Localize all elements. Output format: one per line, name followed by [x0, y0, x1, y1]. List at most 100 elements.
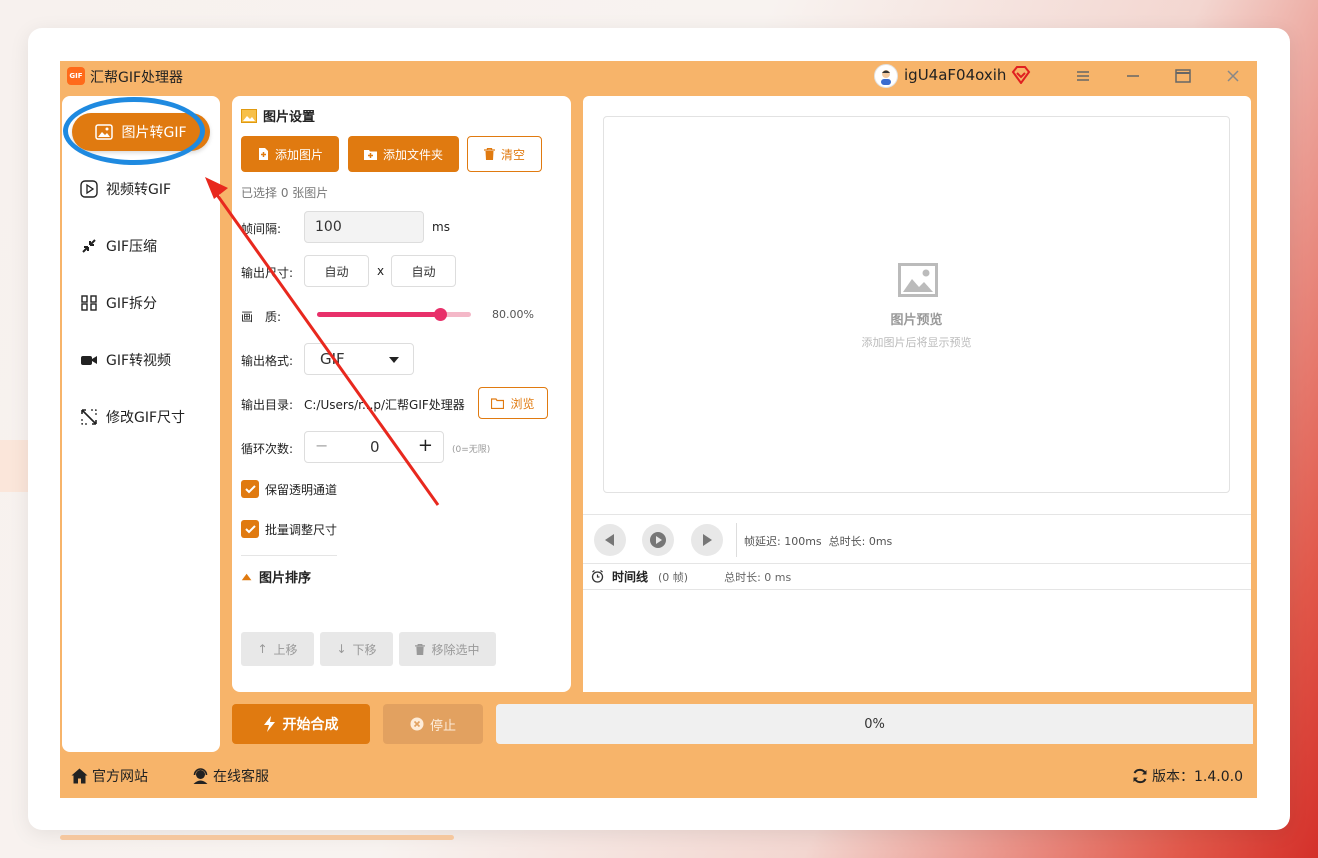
website-label: 官方网站 [92, 769, 148, 785]
progress-bar: 0% [496, 704, 1253, 744]
version-info[interactable]: 版本：1.4.0.0 [1132, 766, 1243, 786]
output-format-select[interactable]: GIF [304, 343, 414, 375]
output-format-label: 输出格式: [241, 354, 294, 368]
loop-count-stepper[interactable]: − 0 + [304, 431, 444, 463]
avatar[interactable] [874, 64, 898, 88]
refresh-icon [1133, 768, 1147, 784]
headset-icon [193, 768, 208, 784]
minimize-icon[interactable] [1122, 67, 1144, 85]
checkbox-checked-icon [241, 480, 259, 498]
image-icon [95, 124, 114, 140]
collapse-arrow-icon [241, 573, 252, 580]
website-link[interactable]: 官方网站 [71, 766, 148, 786]
lightning-icon [263, 716, 275, 732]
player-controls: 帧延迟: 100ms 总时长: 0ms [583, 514, 1251, 564]
clear-label: 清空 [500, 147, 525, 162]
support-link[interactable]: 在线客服 [192, 766, 269, 786]
close-icon[interactable] [1222, 67, 1244, 85]
loop-count-value[interactable]: 0 [370, 438, 380, 456]
menu-icon[interactable] [1072, 67, 1094, 85]
maximize-icon[interactable] [1172, 67, 1194, 85]
start-label: 开始合成 [282, 717, 339, 733]
resize-icon [81, 409, 97, 425]
sidebar: 图片转GIF 视频转GIF GIF压缩 GIF拆分 GIF转视频 修改GIF尺寸 [62, 96, 220, 752]
home-icon [71, 768, 88, 784]
stop-label: 停止 [429, 718, 456, 734]
output-format-value: GIF [320, 350, 345, 368]
clear-button[interactable]: 清空 [467, 136, 542, 172]
divider [736, 523, 737, 557]
batch-resize-checkbox[interactable]: 批量调整尺寸 [241, 520, 337, 538]
add-image-button[interactable]: 添加图片 [241, 136, 339, 172]
frame-interval-unit: ms [432, 220, 450, 234]
sidebar-item-gif-split[interactable]: GIF拆分 [80, 288, 157, 318]
preview-title: 图片预览 [890, 313, 943, 328]
section-title: 图片排序 [259, 571, 312, 586]
checkbox-checked-icon [241, 520, 259, 538]
stop-button[interactable]: 停止 [383, 704, 483, 744]
keep-alpha-label: 保留透明通道 [265, 482, 338, 497]
frame-interval-input[interactable]: 100 [304, 211, 424, 243]
preview-area: 图片预览 添加图片后将显示预览 [603, 116, 1230, 493]
sidebar-item-image-to-gif[interactable]: 图片转GIF [72, 113, 210, 151]
sidebar-item-video-to-gif[interactable]: 视频转GIF [80, 174, 171, 204]
next-frame-button[interactable] [691, 524, 723, 556]
output-dir-value: C:/Users/r...p/汇帮GIF处理器 [304, 398, 465, 412]
add-folder-icon [363, 149, 377, 160]
divider [241, 555, 337, 556]
move-down-label: 下移 [352, 642, 377, 657]
move-up-button[interactable]: ↑ 上移 [241, 632, 314, 666]
height-input[interactable]: 自动 [391, 255, 456, 287]
move-up-label: 上移 [273, 642, 298, 657]
folder-icon [491, 397, 505, 409]
preview-panel: 图片预览 添加图片后将显示预览 帧延迟: 100ms 总时长: 0ms 时间线 … [583, 96, 1251, 692]
add-image-label: 添加图片 [274, 147, 323, 162]
settings-panel: 图片设置 添加图片 添加文件夹 清空 已选择 0 张图片 帧间隔: 100 ms… [232, 96, 571, 692]
sidebar-item-resize-gif[interactable]: 修改GIF尺寸 [80, 402, 185, 432]
quality-slider-fill [317, 312, 440, 317]
size-separator: x [377, 264, 385, 278]
triangle-left-icon [605, 534, 614, 546]
width-input[interactable]: 自动 [304, 255, 369, 287]
username[interactable]: igU4aF04oxih [904, 66, 1006, 84]
frame-interval-label: 帧间隔: [241, 222, 282, 236]
sidebar-item-label: 图片转GIF [121, 125, 187, 141]
title-bar: GIF 汇帮GIF处理器 igU4aF04oxih [60, 61, 1257, 91]
quality-slider[interactable] [317, 308, 471, 321]
compress-icon [82, 239, 96, 253]
sidebar-item-gif-compress[interactable]: GIF压缩 [80, 231, 157, 261]
sidebar-item-gif-to-video[interactable]: GIF转视频 [80, 345, 171, 375]
add-folder-label: 添加文件夹 [382, 147, 443, 162]
move-down-button[interactable]: ↓ 下移 [320, 632, 393, 666]
arrow-up-icon: ↑ [257, 642, 268, 656]
split-icon [81, 295, 97, 311]
trash-icon [415, 643, 426, 655]
section-title: 图片设置 [263, 110, 316, 125]
browse-button[interactable]: 浏览 [478, 387, 548, 419]
add-folder-button[interactable]: 添加文件夹 [348, 136, 459, 172]
sidebar-item-label: GIF拆分 [106, 296, 158, 312]
timeline-duration: 总时长: 0 ms [724, 570, 792, 584]
add-file-icon [258, 148, 268, 160]
image-settings-icon [241, 108, 257, 123]
play-button[interactable] [642, 524, 674, 556]
clock-icon [591, 570, 604, 583]
picture-placeholder-icon [898, 263, 938, 301]
remove-selected-button[interactable]: 移除选中 [399, 632, 496, 666]
vip-diamond-icon[interactable] [1011, 66, 1031, 88]
chevron-down-icon [389, 357, 399, 363]
stop-circle-icon [410, 717, 424, 731]
selected-count: 已选择 0 张图片 [241, 186, 329, 200]
section-image-sort[interactable]: 图片排序 [241, 567, 311, 586]
sidebar-item-label: GIF压缩 [106, 239, 158, 255]
keep-alpha-checkbox[interactable]: 保留透明通道 [241, 480, 337, 498]
quality-slider-handle[interactable] [433, 308, 447, 321]
player-info: 帧延迟: 100ms 总时长: 0ms [744, 535, 893, 548]
increment-icon[interactable]: + [418, 435, 433, 456]
start-button[interactable]: 开始合成 [232, 704, 370, 744]
triangle-right-icon [703, 534, 712, 546]
decrement-icon[interactable]: − [315, 436, 328, 455]
timeline-frames: (0 帧) [658, 570, 689, 584]
prev-frame-button[interactable] [594, 524, 626, 556]
batch-resize-label: 批量调整尺寸 [265, 522, 338, 537]
